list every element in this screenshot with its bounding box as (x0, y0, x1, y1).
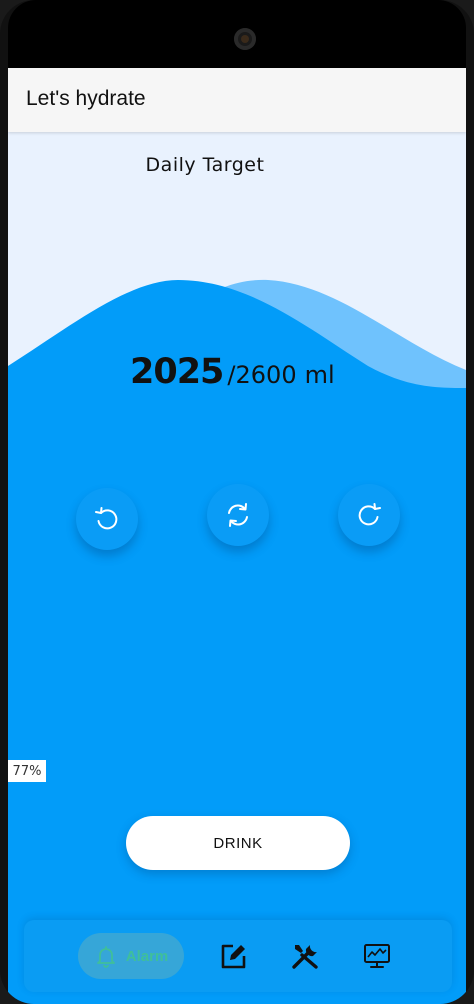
progress-percent: 77% (8, 760, 46, 782)
app-screen: Let's hydrate Daily Target 2025/2600ml (8, 68, 466, 1004)
drink-button[interactable]: DRINK (126, 816, 350, 870)
bell-icon (96, 946, 115, 968)
daily-target-label: Daily Target (145, 154, 265, 176)
undo-button[interactable] (76, 488, 138, 550)
camera-icon (234, 28, 256, 50)
status-bar-area (8, 0, 466, 68)
monitor-chart-icon[interactable] (362, 941, 392, 971)
amount-separator: / (227, 361, 236, 389)
undo-icon (95, 507, 118, 530)
refresh-icon (228, 503, 248, 527)
nav-item-alarm-label: Alarm (125, 947, 169, 965)
bottom-navigation: Alarm (24, 920, 452, 992)
app-bar: Let's hydrate (8, 68, 466, 132)
nav-item-alarm[interactable]: Alarm (78, 933, 184, 979)
current-amount: 2025 (130, 352, 224, 392)
app-title: Let's hydrate (26, 87, 146, 110)
target-amount: 2600 (235, 361, 297, 389)
intake-readout: 2025/2600 ml (130, 352, 335, 392)
tools-icon[interactable] (290, 941, 320, 971)
amount-unit: ml (304, 361, 335, 389)
edit-icon[interactable] (218, 941, 248, 971)
reset-button[interactable] (207, 484, 269, 546)
redo-icon (358, 503, 381, 526)
phone-frame: Let's hydrate Daily Target 2025/2600ml (0, 0, 474, 1004)
redo-button[interactable] (338, 484, 400, 546)
